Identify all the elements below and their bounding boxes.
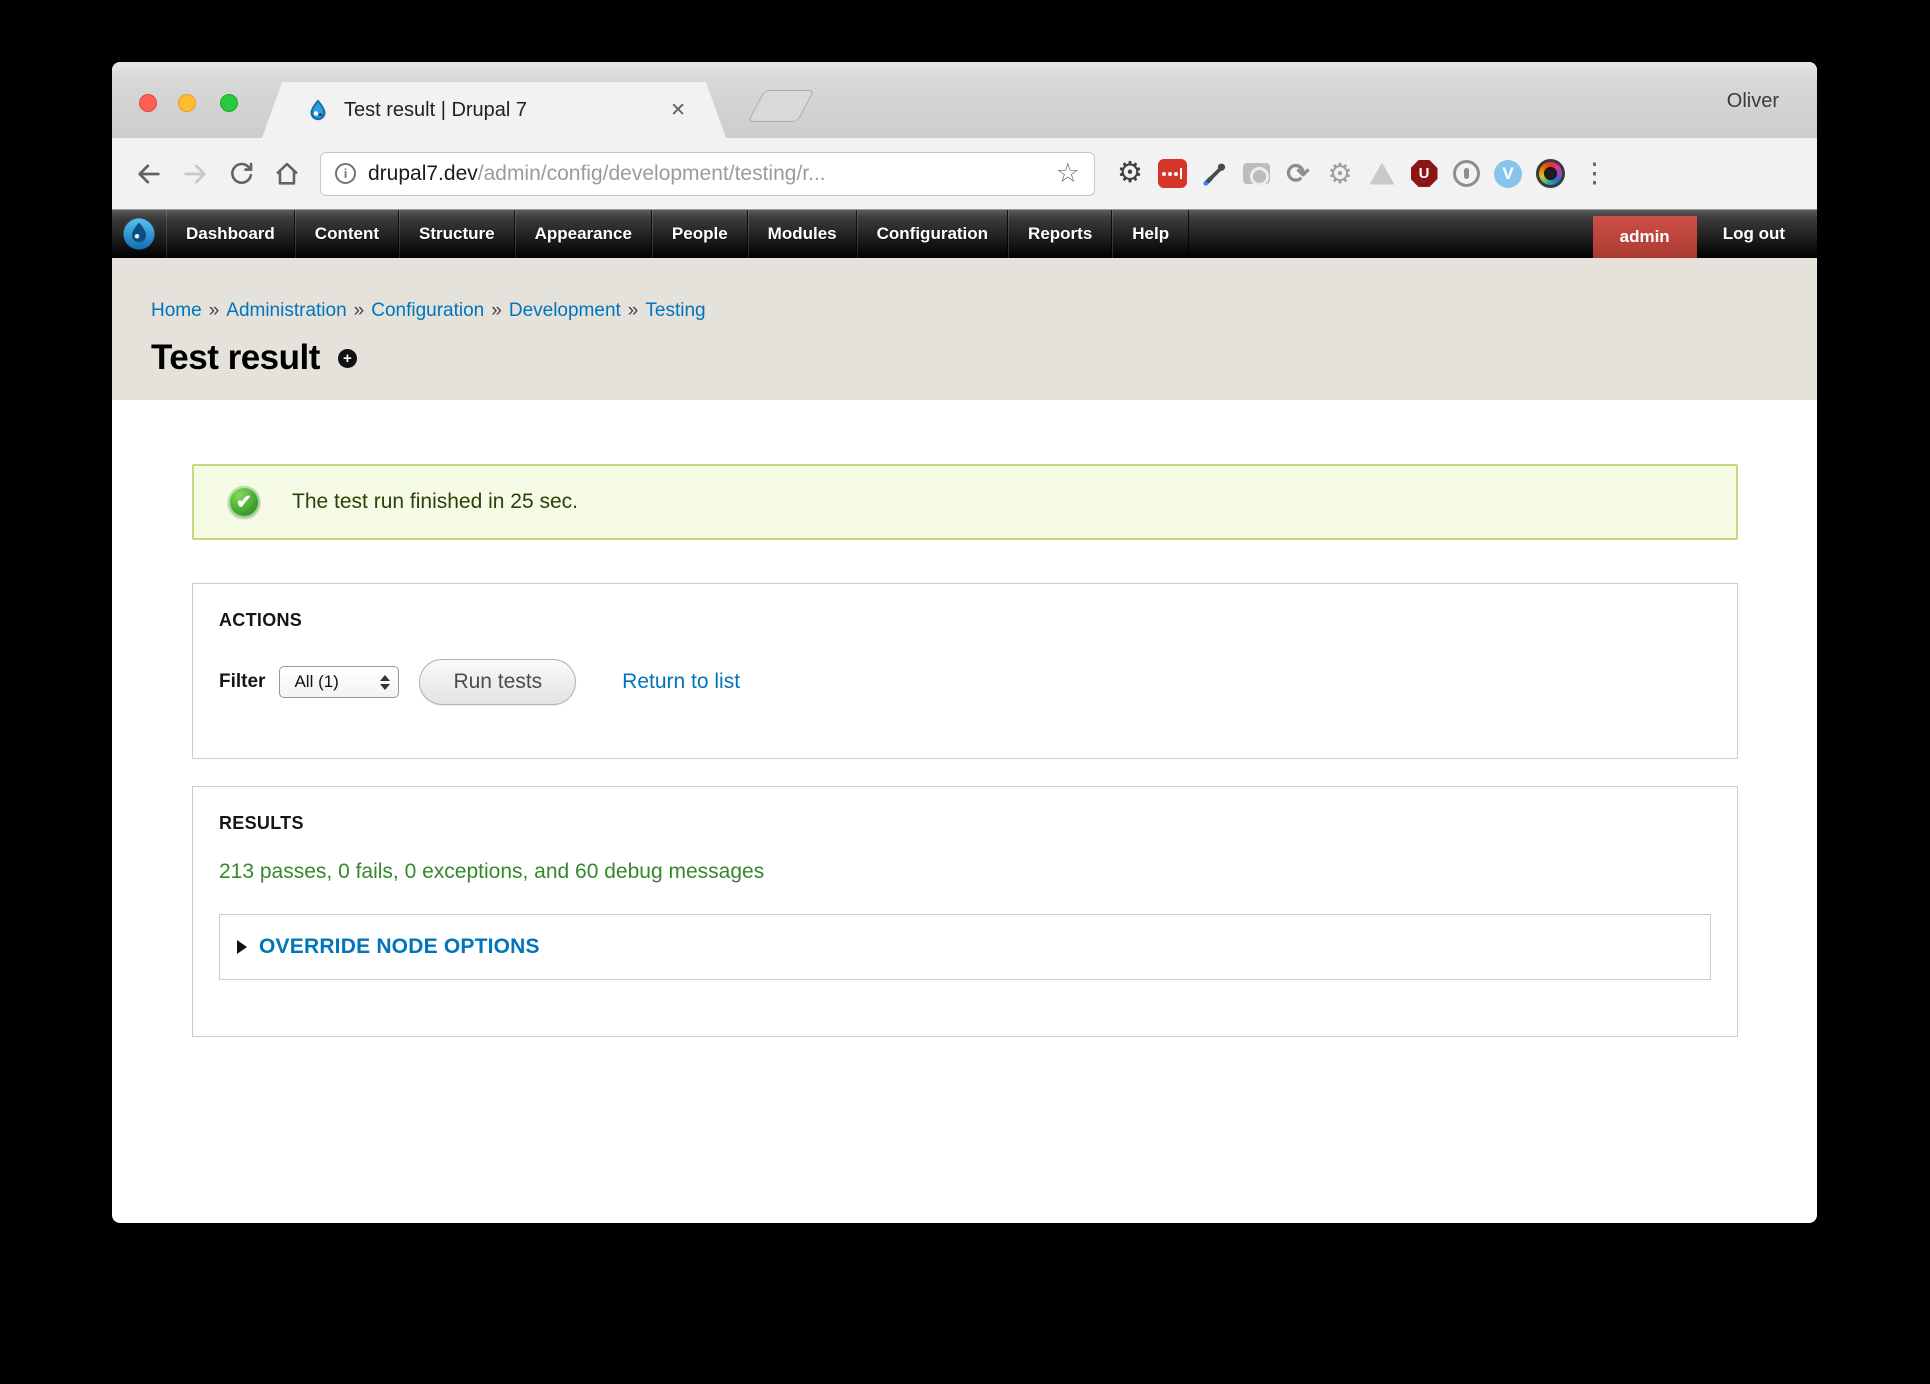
breadcrumb-separator: » [491,300,502,321]
titlebar: Test result | Drupal 7 ✕ Oliver [112,62,1817,138]
browser-window: Test result | Drupal 7 ✕ Oliver i drupa [112,62,1817,1223]
toolbar-item-configuration[interactable]: Configuration [857,210,1008,258]
chrome-menu-icon[interactable]: ⋮ [1581,160,1608,187]
settings-gear-icon[interactable]: ⚙ [1114,158,1146,190]
page-title: Test result [151,338,320,378]
filter-select[interactable]: All (1) [279,666,399,698]
results-heading: RESULTS [219,813,1711,834]
toolbar-item-structure[interactable]: Structure [399,210,515,258]
lastpass-icon[interactable] [1156,158,1188,190]
page-info-icon[interactable]: i [335,163,356,184]
auto-refresh-icon[interactable]: ⟳ [1282,158,1314,190]
home-icon[interactable] [270,157,304,191]
browser-toolbar: i drupal7.dev/admin/config/development/t… [112,138,1817,210]
results-panel: RESULTS 213 passes, 0 fails, 0 exception… [192,786,1738,1037]
toolbar-item-people[interactable]: People [652,210,748,258]
new-tab-button[interactable] [747,90,814,122]
breadcrumb-administration[interactable]: Administration [226,300,346,321]
url-path: /admin/config/development/testing/r... [478,162,826,185]
actions-heading: ACTIONS [219,610,1711,631]
toolbar-item-content[interactable]: Content [295,210,399,258]
collapsed-arrow-icon [237,940,247,954]
drupal-admin-toolbar: Dashboard Content Structure Appearance P… [112,210,1817,258]
toolbar-logout[interactable]: Log out [1697,210,1811,258]
toolbar-item-reports[interactable]: Reports [1008,210,1112,258]
toolbar-item-appearance[interactable]: Appearance [515,210,652,258]
filter-label: Filter [219,671,265,693]
run-tests-button[interactable]: Run tests [419,659,576,705]
override-node-options-fieldset[interactable]: OVERRIDE NODE OPTIONS [219,914,1711,980]
tab-title: Test result | Drupal 7 [344,99,527,122]
breadcrumb-testing[interactable]: Testing [645,300,705,321]
toolbar-user-admin[interactable]: admin [1593,216,1697,258]
minimize-window-button[interactable] [178,94,196,112]
breadcrumb-home[interactable]: Home [151,300,202,321]
tab-close-icon[interactable]: ✕ [670,99,686,122]
drupal-favicon [306,98,330,122]
eyedropper-icon[interactable] [1198,158,1230,190]
results-summary: 213 passes, 0 fails, 0 exceptions, and 6… [219,860,1711,884]
keyring-icon[interactable] [1450,158,1482,190]
toolbar-item-dashboard[interactable]: Dashboard [166,210,295,258]
reload-icon[interactable] [224,157,258,191]
camera-lens-icon[interactable] [1534,158,1566,190]
back-icon[interactable] [132,157,166,191]
forward-icon[interactable] [178,157,212,191]
status-message-text: The test run finished in 25 sec. [292,490,578,514]
gray-gear-icon[interactable]: ⚙ [1324,158,1356,190]
override-node-options-label: OVERRIDE NODE OPTIONS [259,935,540,959]
vimium-icon[interactable]: V [1492,158,1524,190]
address-bar[interactable]: i drupal7.dev/admin/config/development/t… [320,152,1095,196]
page-header: Home » Administration » Configuration » Develo… [112,258,1817,400]
screenshot-camera-icon[interactable] [1240,158,1272,190]
browser-tab[interactable]: Test result | Drupal 7 ✕ [262,82,726,138]
main-content: ✔ The test run finished in 25 sec. ACTIO… [112,400,1817,1037]
add-shortcut-icon[interactable]: + [338,349,357,368]
toolbar-item-help[interactable]: Help [1112,210,1189,258]
maximize-window-button[interactable] [220,94,238,112]
breadcrumb-separator: » [354,300,365,321]
breadcrumb-configuration[interactable]: Configuration [371,300,484,321]
ublock-origin-icon[interactable]: U [1408,158,1440,190]
chrome-profile-name[interactable]: Oliver [1727,90,1779,113]
close-window-button[interactable] [139,94,157,112]
extension-icons: ⚙ ⟳ ⚙ U V [1109,158,1571,190]
success-check-icon: ✔ [228,486,260,518]
actions-panel: ACTIONS Filter All (1) Run tests Return … [192,583,1738,759]
breadcrumb-separator: » [209,300,220,321]
breadcrumb-separator: » [628,300,639,321]
status-message: ✔ The test run finished in 25 sec. [192,464,1738,540]
select-stepper-icon [380,675,390,690]
url-host: drupal7.dev [368,162,478,185]
bookmark-star-icon[interactable]: ☆ [1056,160,1080,187]
breadcrumb-development[interactable]: Development [509,300,621,321]
toolbar-item-modules[interactable]: Modules [748,210,857,258]
filter-select-value: All (1) [294,672,380,692]
google-drive-icon[interactable] [1366,158,1398,190]
drupal-logo-icon[interactable] [112,210,166,258]
url-text[interactable]: drupal7.dev/admin/config/development/tes… [368,162,1048,186]
breadcrumb: Home » Administration » Configuration » Develo… [151,300,1817,322]
return-to-list-link[interactable]: Return to list [622,670,740,694]
